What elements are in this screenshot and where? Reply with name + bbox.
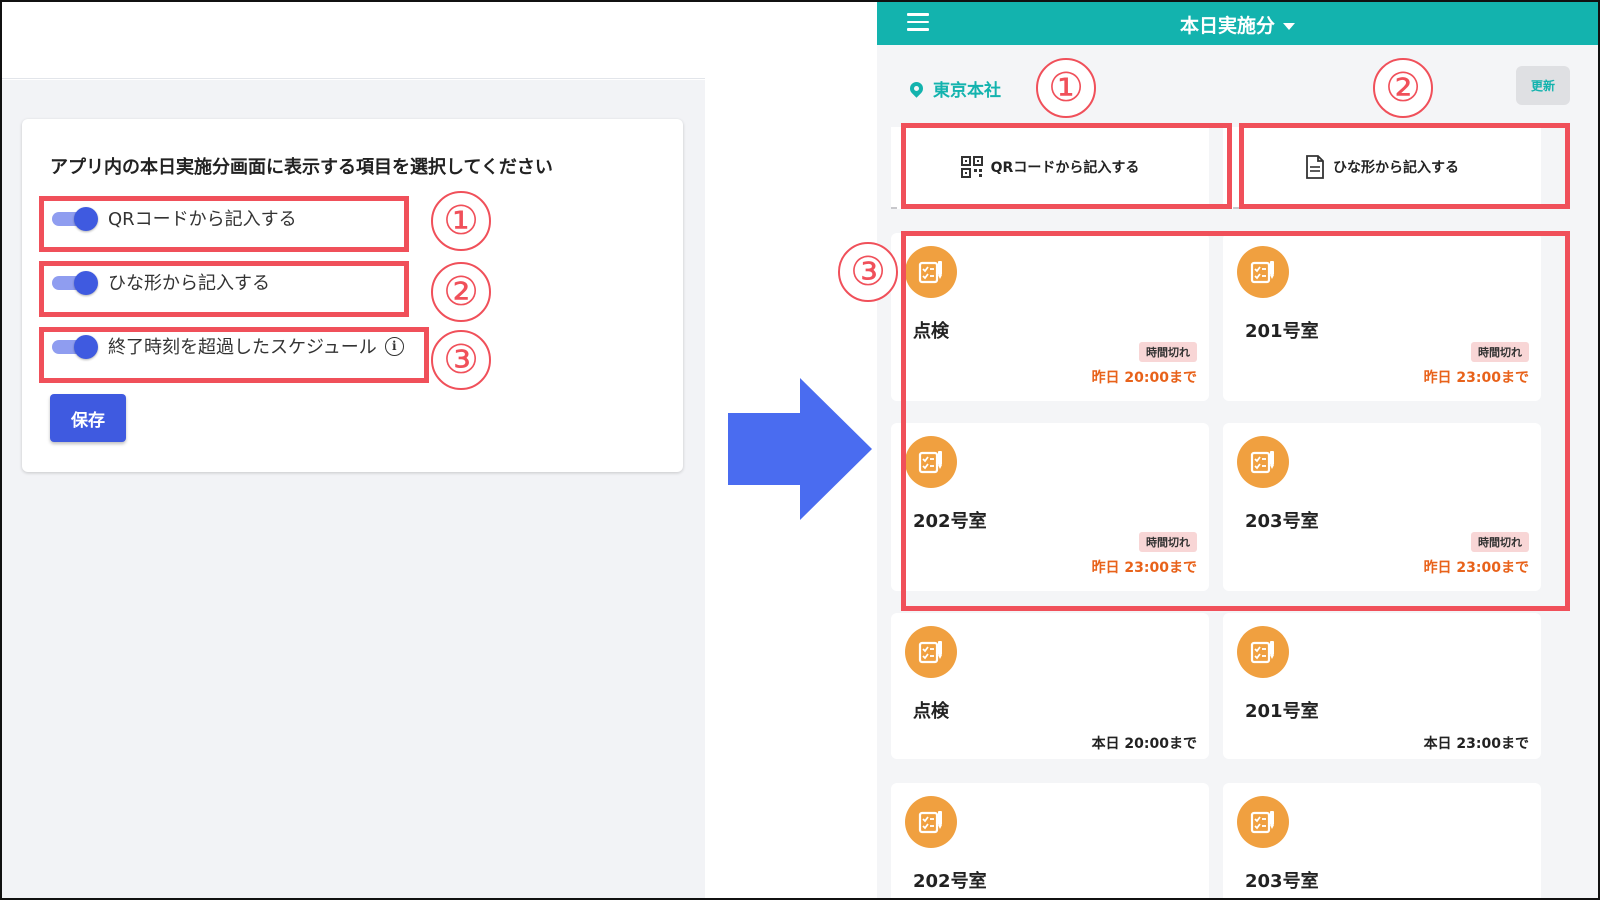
checklist-icon — [905, 626, 957, 678]
marker-1: ① — [431, 191, 491, 251]
checklist-icon — [1237, 626, 1289, 678]
highlight-box-overdue — [901, 231, 1570, 611]
save-button[interactable]: 保存 — [50, 394, 126, 442]
checklist-icon — [1237, 796, 1289, 848]
highlight-box-3 — [39, 327, 429, 383]
task-card[interactable]: 201号室 本日 23:00まで — [1223, 613, 1541, 759]
task-name: 201号室 — [1245, 701, 1319, 722]
marker-2: ② — [1373, 58, 1433, 118]
task-name: 点検 — [913, 701, 949, 722]
marker-3: ③ — [838, 242, 898, 302]
marker-3: ③ — [431, 330, 491, 390]
highlight-box-qr — [901, 123, 1232, 209]
settings-title: アプリ内の本日実施分画面に表示する項目を選択してください — [50, 157, 553, 178]
highlight-box-2 — [39, 261, 409, 317]
task-name: 203号室 — [1245, 871, 1319, 892]
task-name: 202号室 — [913, 871, 987, 892]
refresh-button[interactable]: 更新 — [1516, 66, 1570, 105]
marker-1: ① — [1036, 58, 1096, 118]
app-title-dropdown[interactable]: 本日実施分 — [877, 11, 1598, 38]
task-deadline: 本日 23:00まで — [1423, 736, 1529, 752]
app-title: 本日実施分 — [1179, 15, 1275, 37]
checklist-icon — [905, 796, 957, 848]
caret-down-icon — [1283, 23, 1295, 30]
location-name: 東京本社 — [933, 81, 1001, 101]
app-header: 本日実施分 — [877, 2, 1598, 45]
task-card[interactable]: 202号室 — [891, 783, 1209, 898]
location-label[interactable]: 東京本社 — [907, 76, 1001, 101]
map-pin-icon — [907, 79, 926, 98]
marker-2: ② — [431, 262, 491, 322]
highlight-box-template — [1239, 123, 1570, 209]
task-card[interactable]: 点検 本日 20:00まで — [891, 613, 1209, 759]
task-card[interactable]: 203号室 — [1223, 783, 1541, 898]
highlight-box-1 — [39, 196, 409, 252]
task-deadline: 本日 20:00まで — [1091, 736, 1197, 752]
admin-header — [2, 2, 705, 79]
arrow-right-icon — [728, 378, 872, 520]
